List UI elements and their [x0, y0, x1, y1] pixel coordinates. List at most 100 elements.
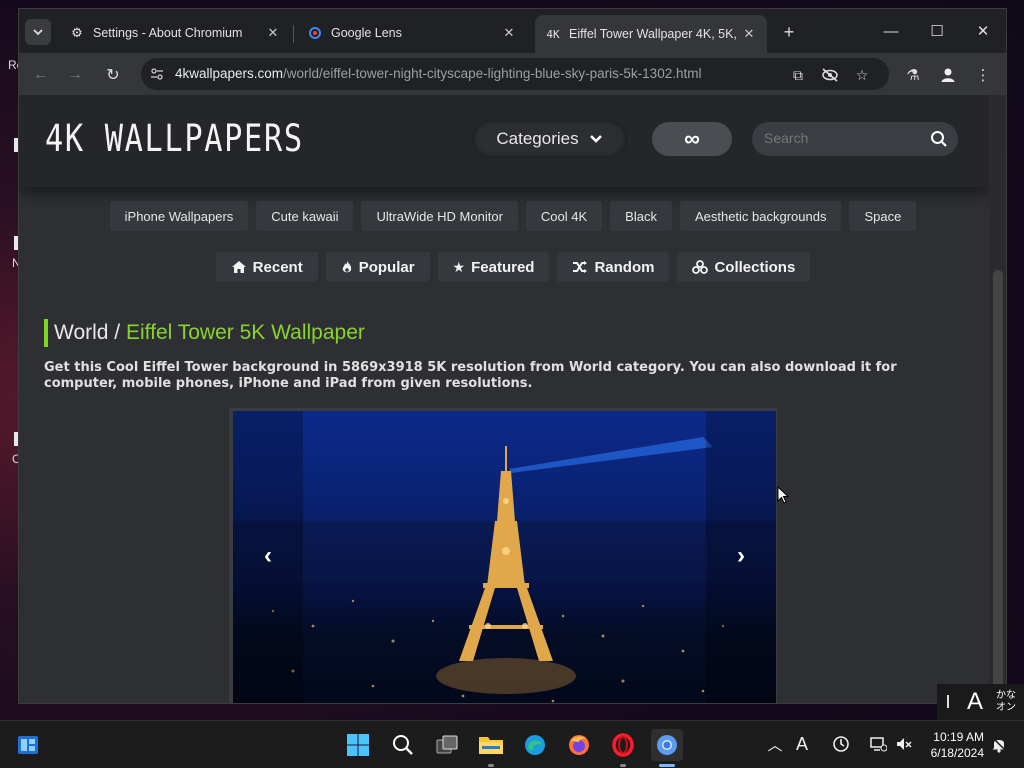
url-text: 4kwallpapers.com/world/eiffel-tower-nigh…	[175, 66, 701, 81]
plus-icon: +	[783, 21, 795, 42]
notifications-button[interactable]	[988, 733, 1010, 755]
tab-title: Google Lens	[331, 26, 402, 40]
reload-button[interactable]: ↻	[99, 61, 127, 89]
tab-title: Settings - About Chromium	[93, 26, 243, 40]
tag-link[interactable]: Cool 4K	[525, 201, 603, 231]
reload-icon: ↻	[106, 67, 120, 84]
tag-link[interactable]: UltraWide HD Monitor	[361, 201, 518, 231]
site-info-icon[interactable]	[149, 66, 165, 82]
chevron-up-icon: ︿	[767, 736, 783, 754]
bookmark-button[interactable]: ☆	[851, 64, 873, 86]
gear-icon: ⚙	[71, 25, 83, 40]
tag-link[interactable]: Space	[849, 201, 917, 231]
search-icon	[393, 735, 413, 755]
tag-link[interactable]: Aesthetic backgrounds	[679, 201, 842, 231]
tab-search-button[interactable]	[25, 19, 51, 45]
nav-label: Popular	[358, 258, 415, 276]
system-clock[interactable]: 10:19 AM 6/18/2024	[920, 729, 984, 761]
minimize-icon: —	[883, 22, 899, 40]
firefox-button[interactable]	[563, 729, 595, 761]
install-app-button[interactable]: ⧉	[787, 64, 809, 86]
nav-label: Featured	[471, 258, 535, 276]
task-view-button[interactable]	[431, 729, 463, 761]
ime-kana-bottom: オン	[996, 702, 1016, 713]
carousel-next-button[interactable]: ›	[726, 541, 756, 571]
nav-label: Recent	[252, 258, 303, 276]
ime-letter-icon: A	[795, 733, 808, 754]
address-bar[interactable]: 4kwallpapers.com/world/eiffel-tower-nigh…	[141, 58, 889, 90]
back-button[interactable]: ←	[27, 61, 55, 89]
tab-eiffel-tower[interactable]: 4K Eiffel Tower Wallpaper 4K, 5K, N ✕	[535, 15, 767, 53]
tracking-protection-button[interactable]	[819, 64, 841, 86]
network-icon	[870, 737, 887, 752]
close-tab-icon[interactable]: ✕	[741, 26, 757, 42]
start-button[interactable]	[342, 729, 374, 761]
chevron-down-icon	[589, 135, 602, 143]
forward-button[interactable]: →	[61, 61, 89, 89]
tag-link[interactable]: iPhone Wallpapers	[109, 201, 249, 231]
search-icon[interactable]	[928, 128, 950, 150]
scrollbar-thumb[interactable]	[993, 270, 1003, 700]
widgets-button[interactable]	[12, 729, 44, 761]
profile-button[interactable]	[934, 61, 962, 89]
eye-slash-icon	[822, 68, 838, 82]
search-input[interactable]	[764, 130, 924, 146]
infinite-scroll-button[interactable]: ∞	[652, 122, 732, 156]
flask-icon: ⚗	[906, 67, 920, 84]
wallpaper-preview[interactable]: ‹ ›	[233, 411, 776, 703]
edge-button[interactable]	[519, 729, 551, 761]
wallpaper-description: Get this Cool Eiffel Tower background in…	[44, 360, 897, 391]
nav-random[interactable]: Random	[557, 252, 670, 282]
opera-icon	[612, 733, 634, 757]
volume-button[interactable]	[893, 733, 915, 755]
categories-button[interactable]: Categories	[472, 120, 627, 158]
star-icon: ★	[452, 258, 466, 275]
labs-button[interactable]: ⚗	[899, 61, 927, 89]
notification-bell-icon	[992, 737, 1006, 753]
site-logo[interactable]: 4K WALLPAPERS	[45, 117, 304, 160]
maximize-icon: ☐	[930, 23, 944, 40]
tab-settings[interactable]: ⚙ Settings - About Chromium ✕	[59, 17, 291, 49]
refresh-status-icon	[833, 736, 849, 752]
tab-google-lens[interactable]: Google Lens ✕	[297, 17, 527, 49]
close-icon: ✕	[976, 23, 990, 40]
infinity-icon: ∞	[684, 126, 700, 151]
search-button[interactable]	[387, 729, 419, 761]
chromium-button[interactable]	[651, 729, 683, 761]
section-nav: Recent Popular ★ Featured Random Collect…	[19, 252, 989, 282]
browser-toolbar: ← → ↻ 4kwallpapers.com/world/eiffel-towe…	[19, 53, 1006, 95]
ime-kana-toggle[interactable]: かな オン	[991, 690, 1021, 714]
wallpaper-title: Eiffel Tower 5K Wallpaper	[125, 321, 365, 344]
new-tab-button[interactable]: +	[776, 19, 802, 45]
url-path: /world/eiffel-tower-night-cityscape-ligh…	[283, 66, 702, 81]
ime-cursor-icon[interactable]: I	[937, 692, 959, 713]
breadcrumb-separator: /	[108, 321, 126, 344]
menu-button[interactable]: ⋮	[969, 61, 997, 89]
update-status-button[interactable]	[830, 733, 852, 755]
chevron-left-icon: ‹	[264, 542, 272, 569]
close-tab-icon[interactable]: ✕	[501, 25, 517, 41]
nav-featured[interactable]: ★ Featured	[437, 252, 550, 282]
close-tab-icon[interactable]: ✕	[265, 25, 281, 41]
nav-popular[interactable]: Popular	[325, 252, 430, 282]
maximize-button[interactable]: ☐	[922, 19, 952, 43]
input-indicator[interactable]: A	[791, 733, 813, 755]
network-button[interactable]	[867, 733, 889, 755]
ime-mode-button[interactable]: A	[959, 688, 991, 716]
nav-collections[interactable]: Collections	[677, 252, 811, 282]
page-scrollbar[interactable]	[989, 95, 1006, 703]
star-outline-icon: ☆	[855, 66, 869, 83]
show-hidden-icons-button[interactable]: ︿	[764, 733, 786, 755]
ime-kana-top: かな	[996, 690, 1016, 701]
tag-link[interactable]: Cute kawaii	[256, 201, 354, 231]
tag-list: iPhone Wallpapers Cute kawaii UltraWide …	[19, 201, 989, 231]
tag-link[interactable]: Black	[610, 201, 672, 231]
file-explorer-button[interactable]	[475, 729, 507, 761]
opera-button[interactable]	[607, 729, 639, 761]
breadcrumb-category[interactable]: World	[54, 321, 108, 345]
kebab-menu-icon: ⋮	[975, 67, 991, 84]
close-window-button[interactable]: ✕	[968, 19, 998, 43]
minimize-button[interactable]: —	[876, 19, 906, 43]
carousel-prev-button[interactable]: ‹	[253, 541, 283, 571]
nav-recent[interactable]: Recent	[215, 252, 318, 282]
